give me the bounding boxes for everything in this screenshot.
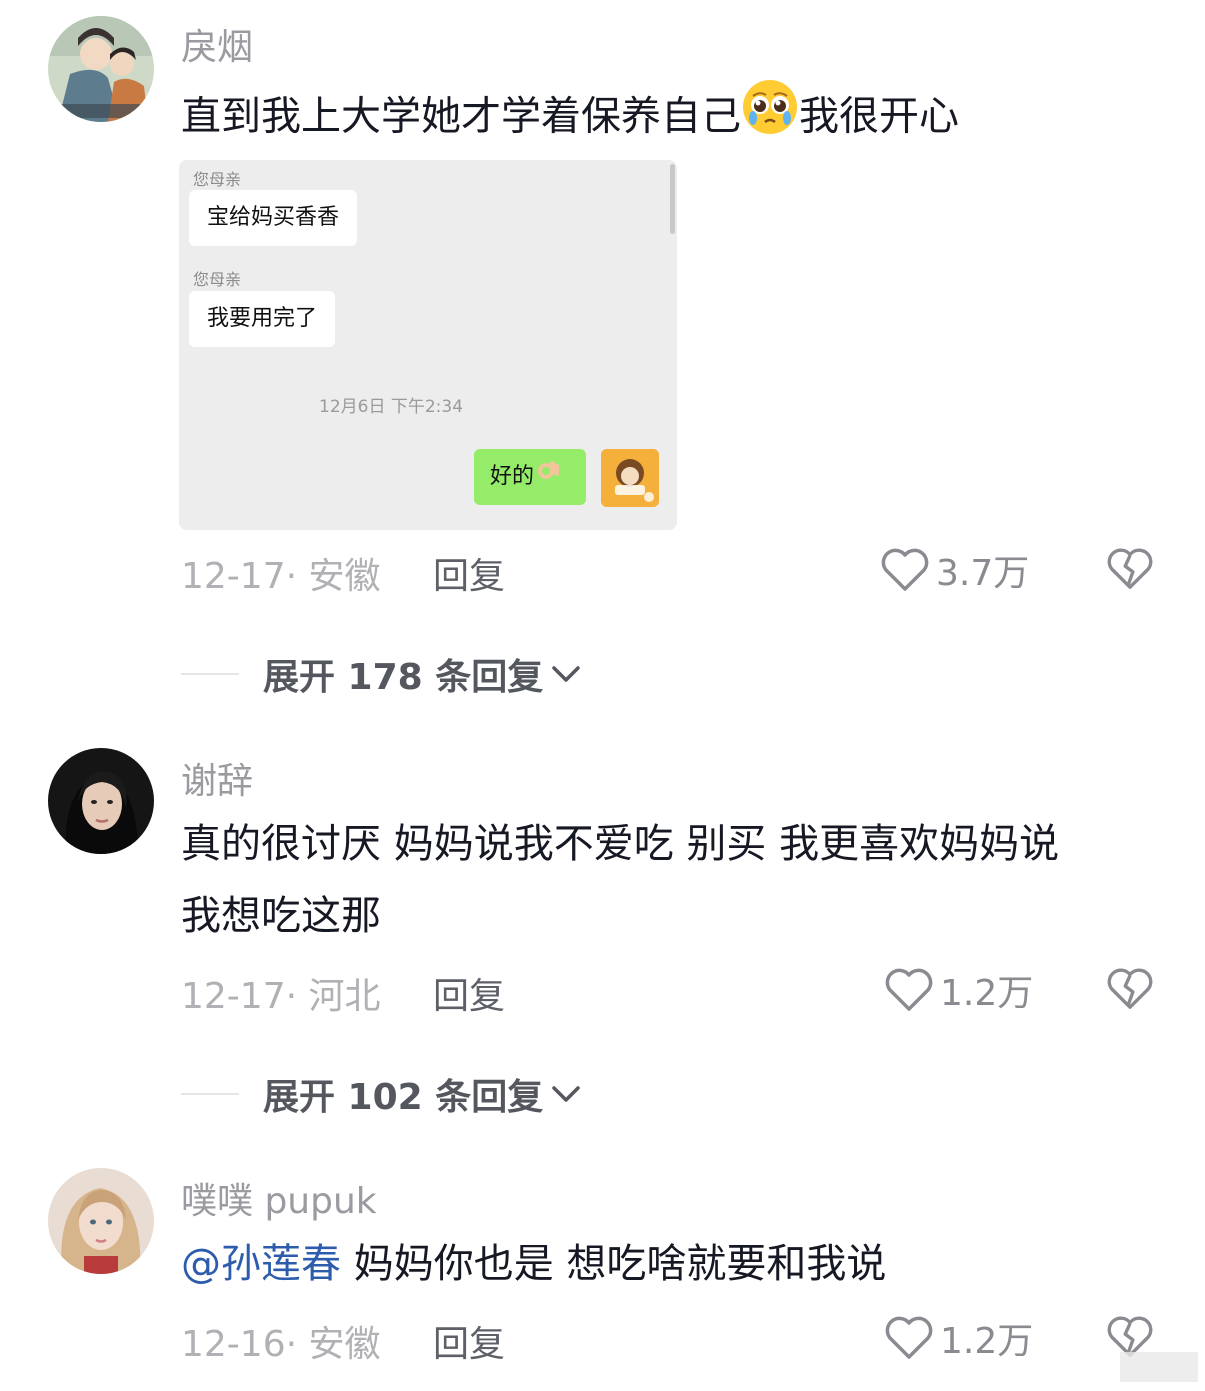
- pleading-face-emoji-icon: [741, 78, 799, 159]
- like-count: 3.7万: [936, 553, 1030, 594]
- avatar-photo-icon: [48, 1168, 154, 1274]
- expand-replies-label: 展开 178 条回复: [263, 657, 544, 698]
- avatar-photo-icon: [48, 748, 154, 854]
- chat-my-message-bubble: 好的: [474, 449, 586, 505]
- watermark: [1120, 1352, 1198, 1382]
- avatar[interactable]: [48, 16, 154, 122]
- mention-link[interactable]: @孙莲春: [181, 1241, 341, 1287]
- comment-text-part: 直到我上大学她才学着保养自己: [181, 93, 741, 140]
- expand-replies-button[interactable]: 展开 178 条回复: [181, 648, 583, 700]
- cartoon-avatar-icon: [601, 449, 659, 507]
- chat-message-bubble: 我要用完了: [189, 291, 336, 347]
- comment-date-location: 12-16· 安徽: [181, 1324, 381, 1365]
- reply-button[interactable]: 回复: [433, 547, 505, 599]
- username[interactable]: 噗噗 pupuk: [181, 1172, 377, 1224]
- comment-text: 直到我上大学她才学着保养自己 我很开心: [181, 78, 959, 159]
- reply-button[interactable]: 回复: [433, 1315, 505, 1367]
- heart-outline-icon: [885, 1316, 933, 1359]
- comment-date-location: 12-17· 河北: [181, 976, 381, 1017]
- comment-text: @孙莲春 妈妈你也是 想吃啥就要和我说: [181, 1228, 886, 1300]
- expand-replies-label: 展开 102 条回复: [263, 1077, 544, 1118]
- chat-sender-label: 您母亲: [193, 270, 242, 289]
- divider-line: [181, 673, 239, 675]
- comment-date-location: 12-17· 安徽: [181, 556, 381, 597]
- divider-line: [181, 1093, 239, 1095]
- chat-sender-label: 您母亲: [193, 170, 242, 189]
- dislike-button[interactable]: [1106, 545, 1154, 593]
- broken-heart-icon: [1107, 548, 1153, 589]
- comment-text-part: 我很开心: [799, 93, 959, 140]
- like-button[interactable]: 3.7万: [880, 544, 1029, 596]
- chat-screenshot-image[interactable]: 您母亲 宝给妈买香香 您母亲 我要用完了 12月6日 下午2:34 好的: [179, 160, 677, 530]
- username[interactable]: 谢辞: [181, 752, 253, 804]
- like-count: 1.2万: [940, 973, 1034, 1014]
- avatar-illustration-icon: [48, 16, 154, 122]
- expand-replies-button[interactable]: 展开 102 条回复: [181, 1068, 583, 1120]
- heart-outline-icon: [885, 968, 933, 1011]
- like-button[interactable]: 1.2万: [884, 1312, 1033, 1364]
- like-button[interactable]: 1.2万: [884, 964, 1033, 1016]
- scrollbar: [670, 164, 675, 234]
- broken-heart-icon: [1107, 968, 1153, 1009]
- reply-button[interactable]: 回复: [433, 967, 505, 1019]
- chat-timestamp: 12月6日 下午2:34: [319, 397, 464, 417]
- comment-text-line: 真的很讨厌 妈妈说我不爱吃 别买 我更喜欢妈妈说: [181, 821, 1060, 867]
- dislike-button[interactable]: [1106, 965, 1154, 1013]
- chat-my-avatar: [601, 449, 659, 507]
- chevron-down-icon: [552, 666, 580, 682]
- like-count: 1.2万: [940, 1321, 1034, 1362]
- avatar[interactable]: [48, 1168, 154, 1274]
- avatar[interactable]: [48, 748, 154, 854]
- ok-hand-emoji-icon: [536, 449, 562, 505]
- chat-my-message-text: 好的: [490, 464, 535, 489]
- chevron-down-icon: [552, 1086, 580, 1102]
- chat-message-bubble: 宝给妈买香香: [189, 190, 358, 246]
- comment-text-line: 我想吃这那: [181, 893, 381, 939]
- heart-outline-icon: [881, 548, 929, 591]
- comment-text-part: 妈妈你也是 想吃啥就要和我说: [341, 1241, 887, 1287]
- username[interactable]: 戾烟: [181, 18, 253, 70]
